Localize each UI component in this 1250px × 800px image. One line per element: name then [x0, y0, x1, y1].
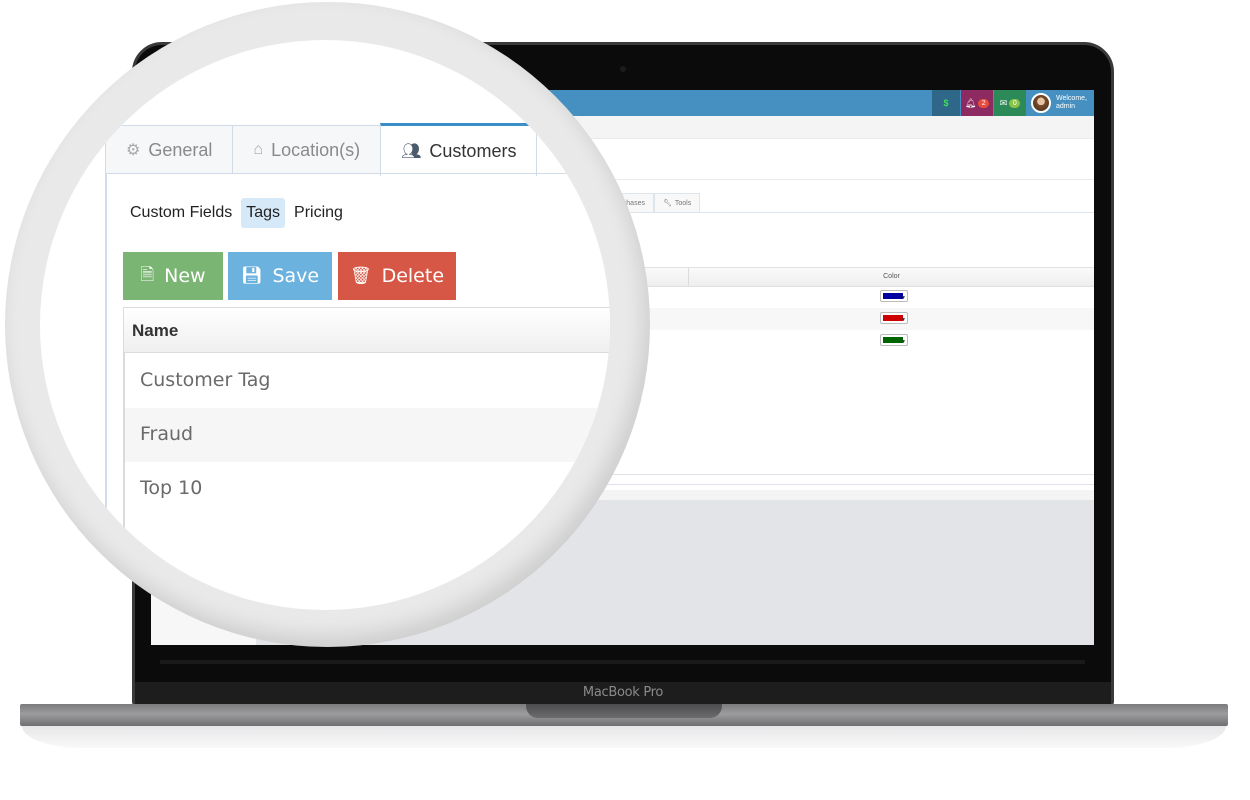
tab-general[interactable]: ⚙ General	[105, 125, 234, 174]
tabs-divider	[591, 212, 1094, 213]
tag-name: Top 10	[140, 477, 203, 499]
color-picker[interactable]: ▼	[880, 290, 908, 302]
messages-button[interactable]: ✉ 0	[994, 90, 1026, 116]
magnifier-lens: ⚙ General ⌂ Location(s) 👥︎ Customers Cus…	[40, 40, 610, 610]
color-swatch-1	[883, 315, 903, 321]
table-row[interactable]: ▼	[591, 330, 1094, 352]
billing-button[interactable]: $	[932, 90, 960, 116]
messages-badge: 0	[1009, 98, 1021, 108]
column-header-color[interactable]: Color	[689, 268, 1094, 286]
color-picker[interactable]: ▼	[880, 312, 908, 324]
notifications-badge: 2	[978, 98, 990, 108]
users-icon: 👥︎	[401, 143, 422, 160]
color-swatch-2	[883, 337, 903, 343]
camera	[620, 66, 626, 72]
gear-icon: ⚙	[126, 142, 141, 159]
subtab-custom-fields[interactable]: Custom Fields	[125, 198, 237, 228]
laptop-notch	[526, 704, 722, 718]
table-row[interactable]: Customer Tag	[125, 354, 610, 408]
table-row[interactable]: Fraud	[125, 408, 610, 462]
wrench-icon: 🔧︎	[662, 200, 672, 207]
tab-tools[interactable]: 🔧︎ Tools	[653, 193, 701, 212]
file-icon: 🗎︎	[140, 264, 155, 285]
notifications-button[interactable]: 🔔︎ 2	[961, 90, 993, 116]
main-tabs: ⚙ General ⌂ Location(s) 👥︎ Customers	[105, 123, 538, 176]
home-icon: ⌂	[253, 141, 264, 158]
grid-header: Color	[591, 267, 1094, 287]
delete-button[interactable]: 🗑︎ Delete	[338, 252, 456, 300]
dollar-icon: $	[943, 98, 949, 108]
table-row[interactable]: Top 10	[125, 462, 610, 516]
color-swatch-0	[883, 293, 903, 299]
table-row[interactable]: ▼	[591, 308, 1094, 330]
tag-name: Customer Tag	[140, 369, 271, 391]
user-menu[interactable]: Welcome, admin	[1027, 90, 1094, 116]
sub-tabs: Custom Fields Tags Pricing	[125, 198, 352, 228]
laptop-base-bottom	[22, 726, 1226, 748]
new-button[interactable]: 🗎︎ New	[123, 252, 223, 300]
table-row[interactable]: ▼	[591, 286, 1094, 308]
floppy-disk-icon: 💾︎	[240, 266, 263, 286]
bell-icon: 🔔︎	[964, 97, 977, 108]
subtab-pricing[interactable]: Pricing	[289, 198, 348, 228]
subtab-tags[interactable]: Tags	[241, 198, 286, 228]
laptop-chin: MacBook Pro	[135, 682, 1111, 706]
tab-locations[interactable]: ⌂ Location(s)	[232, 125, 382, 174]
column-header-name[interactable]: Name	[123, 307, 610, 353]
tab-customers[interactable]: 👥︎ Customers	[380, 123, 538, 176]
avatar	[1031, 93, 1051, 113]
welcome-text: Welcome, admin	[1056, 95, 1087, 110]
color-picker[interactable]: ▼	[880, 334, 908, 346]
tag-name: Fraud	[140, 423, 194, 445]
device-label: MacBook Pro	[582, 685, 664, 700]
envelope-icon: ✉	[999, 97, 1008, 108]
trash-icon: 🗑︎	[349, 266, 372, 286]
save-button[interactable]: 💾︎ Save	[228, 252, 332, 300]
